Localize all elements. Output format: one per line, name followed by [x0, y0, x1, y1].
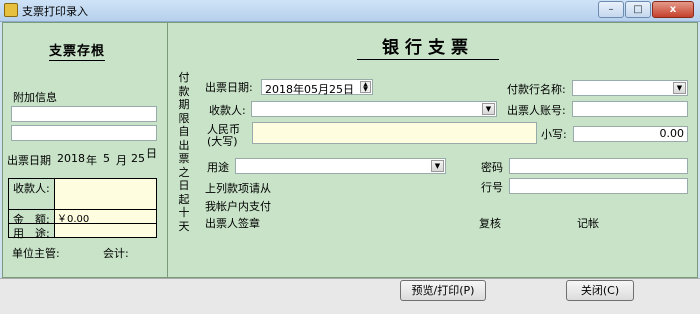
extra-info-label: 附加信息	[13, 91, 57, 104]
amount-uppercase-field[interactable]	[252, 122, 537, 144]
recheck-label: 复核	[479, 217, 501, 230]
issue-date-value: 2018年05月25日	[265, 83, 354, 96]
supervisor-label: 单位主管:	[12, 247, 60, 260]
app-icon	[4, 3, 18, 17]
accountant-label: 会计:	[103, 247, 129, 260]
drawer-account-field[interactable]	[572, 101, 688, 117]
use-label: 用途	[207, 161, 229, 174]
stub-title: 支票存根	[49, 40, 106, 61]
drawer-sign-label: 出票人签章	[205, 217, 260, 230]
bank-no-label: 行号	[481, 181, 503, 194]
maximize-button[interactable]: □	[625, 1, 651, 18]
debit-text-2: 我帐户内支付	[205, 200, 271, 213]
chevron-down-icon: ▼	[482, 103, 495, 115]
extra-info-field-1[interactable]	[11, 106, 157, 122]
minimize-button[interactable]: –	[598, 1, 624, 18]
cheque-frame: 支票存根 附加信息 出票日期 2018 年 5 月 25 日 收款人: 金 额:…	[2, 22, 698, 278]
window-title: 支票打印录入	[22, 5, 88, 18]
stub-amount-row: 金 额: ￥0.00	[9, 209, 156, 226]
issue-date-picker[interactable]: 2018年05月25日 ▲ ▼	[261, 79, 373, 96]
stub-day-unit: 日	[146, 147, 157, 160]
stub-payee-field[interactable]	[54, 179, 156, 209]
stub-day: 25	[131, 152, 145, 165]
stub-year: 2018	[57, 152, 85, 165]
issue-date-label: 出票日期:	[205, 81, 253, 94]
stub-month: 5	[103, 152, 110, 165]
preview-print-button[interactable]: 预览/打印(P)	[400, 280, 486, 301]
drawer-account-label: 出票人账号:	[507, 104, 566, 117]
close-window-button[interactable]: x	[652, 1, 694, 18]
chevron-down-icon: ▼	[431, 160, 444, 172]
debit-text-1: 上列款项请从	[205, 182, 271, 195]
payer-bank-label: 付款行名称:	[507, 83, 566, 96]
close-button[interactable]: 关闭(C)	[566, 280, 634, 301]
password-label: 密码	[481, 161, 503, 174]
payee-label: 收款人:	[209, 104, 246, 117]
small-amount-field[interactable]: 0.00	[573, 126, 688, 142]
stub-year-unit: 年	[86, 154, 97, 167]
payer-bank-select[interactable]: ▼	[572, 80, 688, 96]
stub-use-row: 用 途:	[9, 223, 156, 240]
payee-select[interactable]: ▼	[251, 101, 497, 117]
cheque-main: 银行支票 付款期限自出票之日起十天 出票日期: 2018年05月25日 ▲ ▼ 付…	[169, 23, 697, 277]
stub-payee-label: 收款人:	[13, 182, 50, 195]
stub-detail-box: 收款人: 金 额: ￥0.00 用 途:	[8, 178, 157, 240]
stub-amount-value: ￥0.00	[54, 210, 156, 225]
stub-payee-row: 收款人:	[9, 179, 156, 209]
stub-use-label: 用 途:	[13, 227, 50, 240]
stub-month-unit: 月	[116, 154, 127, 167]
extra-info-field-2[interactable]	[11, 125, 157, 141]
bookkeep-label: 记帐	[577, 217, 599, 230]
small-amount-label: 小写:	[541, 128, 567, 141]
use-select[interactable]: ▼	[235, 158, 446, 174]
title-bar: 支票打印录入 – □ x	[0, 0, 700, 22]
rmb-uppercase-label: (大写)	[207, 135, 238, 148]
validity-note: 付款期限自出票之日起十天	[178, 71, 190, 233]
cheque-title: 银行支票	[357, 33, 499, 60]
chevron-down-icon: ▼	[673, 82, 686, 94]
stub-date-label: 出票日期	[7, 154, 51, 167]
bank-no-field[interactable]	[509, 178, 688, 194]
password-field[interactable]	[509, 158, 688, 174]
cheque-stub: 支票存根 附加信息 出票日期 2018 年 5 月 25 日 收款人: 金 额:…	[3, 23, 168, 277]
date-spin-icon[interactable]: ▲ ▼	[360, 81, 371, 93]
stub-use-field[interactable]	[54, 224, 156, 237]
